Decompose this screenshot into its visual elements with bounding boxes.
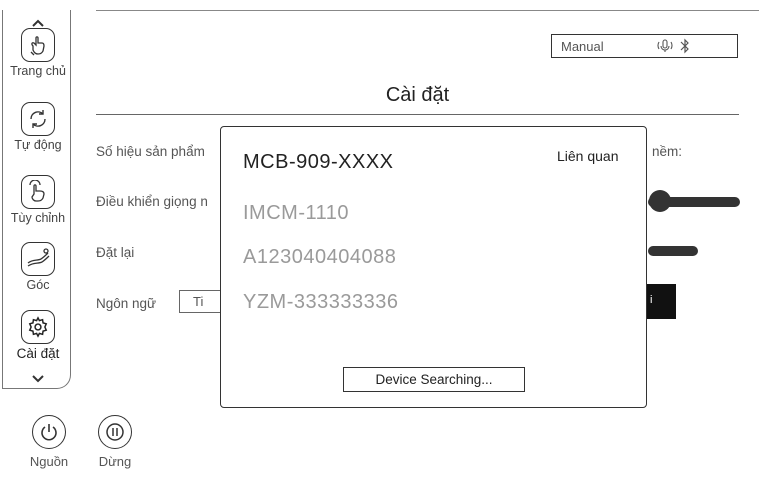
mode-status-box: Manual <box>551 34 738 58</box>
top-divider <box>96 10 759 11</box>
sync-icon <box>21 102 55 136</box>
reset-label: Đặt lại <box>96 245 135 260</box>
scroll-down-icon[interactable] <box>32 370 44 388</box>
mode-label: Manual <box>561 39 604 54</box>
sidebar-item-angle[interactable]: Góc <box>2 242 74 292</box>
sidebar-item-settings[interactable]: Cài đặt <box>2 310 74 361</box>
bluetooth-icon <box>679 38 691 57</box>
sidebar-item-custom[interactable]: Tùy chỉnh <box>2 175 74 225</box>
recline-icon <box>21 242 55 276</box>
microphone-icon <box>655 38 675 57</box>
sidebar-item-label: Trang chủ <box>10 64 66 78</box>
pause-icon <box>106 423 124 441</box>
reset-slider[interactable] <box>648 246 698 256</box>
gear-icon <box>21 310 55 344</box>
hand-icon <box>21 28 55 62</box>
device-select-dialog: MCB-909-XXXX Liên quan IMCM-1110 A123040… <box>220 126 647 408</box>
sidebar-item-label: Cài đặt <box>16 346 60 361</box>
power-icon <box>41 424 57 441</box>
sidebar-item-home[interactable]: Trang chủ <box>2 28 74 78</box>
software-label: nềm: <box>652 144 683 159</box>
voice-toggle-knob[interactable] <box>649 190 671 212</box>
device-item[interactable]: IMCM-1110 <box>243 202 349 225</box>
power-button[interactable] <box>32 415 66 449</box>
language-value: Ti <box>193 294 204 309</box>
button-text: i <box>650 294 653 306</box>
page-title: Cài đặt <box>385 84 450 106</box>
sidebar-item-auto[interactable]: Tự động <box>2 102 74 152</box>
sidebar: Trang chủ Tự động Tùy chỉnh Góc Cài đặt <box>2 10 71 389</box>
pause-button[interactable] <box>98 415 132 449</box>
sidebar-item-label: Tự động <box>14 138 62 152</box>
language-label: Ngôn ngữ <box>96 296 157 311</box>
title-divider <box>96 114 739 115</box>
language-confirm-button[interactable]: i <box>646 284 676 319</box>
voice-control-label: Điều khiển giọng n <box>96 194 208 209</box>
hand-point-icon <box>21 175 55 209</box>
sidebar-item-label: Góc <box>26 278 50 292</box>
pause-label: Dừng <box>98 454 132 469</box>
device-searching-button[interactable]: Device Searching... <box>343 367 525 392</box>
device-item-selected[interactable]: MCB-909-XXXX <box>243 151 394 174</box>
related-link[interactable]: Liên quan <box>557 148 619 164</box>
power-label: Nguồn <box>29 454 69 469</box>
device-item[interactable]: A123040404088 <box>243 246 396 269</box>
product-number-label: Số hiệu sản phẩm <box>96 144 205 159</box>
sidebar-item-label: Tùy chỉnh <box>10 211 66 225</box>
device-item[interactable]: YZM-333333336 <box>243 291 398 314</box>
